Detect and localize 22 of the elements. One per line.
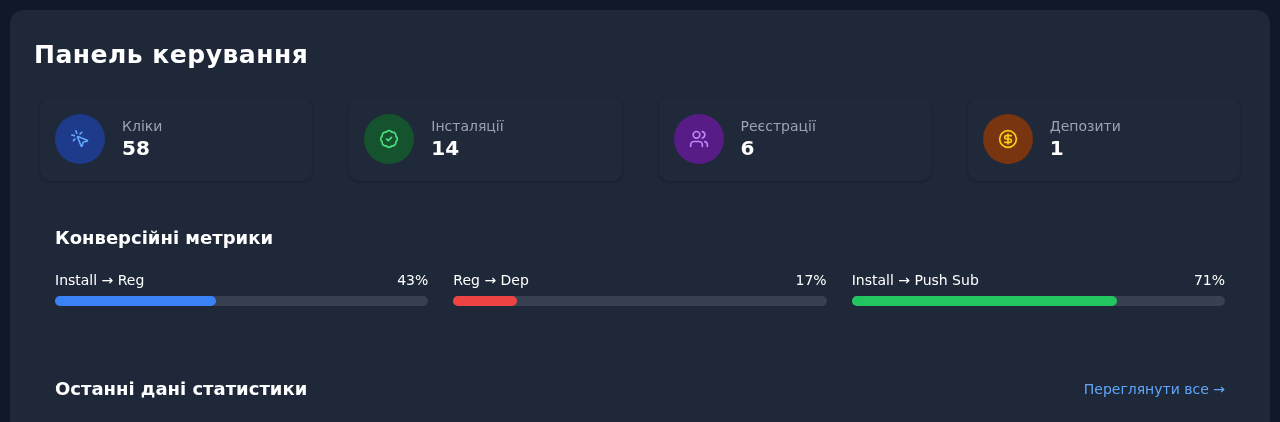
stat-label: Депозити (1049, 118, 1121, 134)
stat-label: Інсталяції (431, 118, 504, 134)
check-badge-icon (379, 129, 400, 149)
section-title: Конверсійні метрики (55, 227, 273, 248)
stat-label: Реєстрації (740, 118, 816, 134)
metric-label: Install → Reg (55, 272, 145, 288)
cursor-click-icon (70, 129, 90, 149)
metric-label: Reg → Dep (453, 272, 529, 288)
metric-reading: 43% (397, 272, 429, 288)
section-title: Останні дані статистики (55, 378, 308, 399)
stat-value: 1 (1049, 136, 1064, 160)
metric-label: Install → Push Sub (851, 272, 979, 288)
dollar-coin-icon (997, 129, 1018, 149)
view-all-link[interactable]: Переглянути все → (1083, 380, 1225, 397)
metric-reading: 71% (1193, 272, 1225, 288)
stat-label: Кліки (122, 118, 163, 134)
users-icon (688, 129, 709, 149)
page-title: Панель керування (34, 40, 309, 69)
metric-reading: 17% (795, 272, 827, 288)
stat-value: 14 (431, 136, 460, 160)
stat-value: 58 (122, 136, 150, 160)
stat-value: 6 (740, 136, 755, 160)
